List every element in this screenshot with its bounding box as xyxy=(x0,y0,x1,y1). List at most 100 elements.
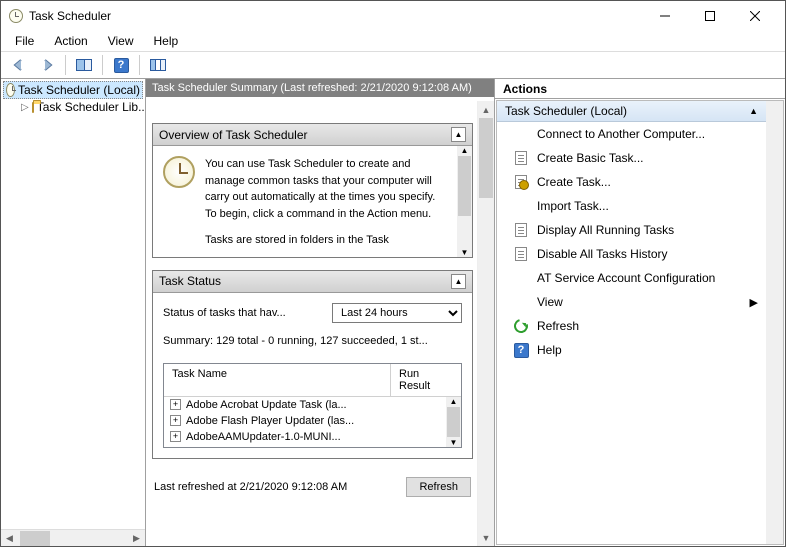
task-row[interactable]: + Adobe Acrobat Update Task (la... xyxy=(164,397,446,413)
action-label: Disable All Tasks History xyxy=(537,247,668,261)
row-expander-icon[interactable]: + xyxy=(170,399,181,410)
actions-section-header[interactable]: Task Scheduler (Local) ▲ xyxy=(497,101,766,122)
action-help[interactable]: ? Help xyxy=(497,338,766,362)
show-hide-action-pane-button[interactable] xyxy=(146,54,170,76)
task-status-title: Task Status xyxy=(159,274,451,288)
action-connect-to-another-computer[interactable]: Connect to Another Computer... xyxy=(497,122,766,146)
scroll-up-arrow[interactable]: ▲ xyxy=(457,146,472,155)
task-rows-scrollbar[interactable]: ▲ ▼ xyxy=(446,397,461,447)
action-label: Display All Running Tasks xyxy=(537,223,674,237)
collapse-up-icon[interactable]: ▲ xyxy=(749,106,758,116)
action-refresh[interactable]: Refresh xyxy=(497,314,766,338)
scroll-left-arrow[interactable]: ◀ xyxy=(1,531,18,546)
scroll-thumb[interactable] xyxy=(20,531,50,546)
scroll-down-arrow[interactable]: ▼ xyxy=(457,248,472,257)
back-button[interactable] xyxy=(7,54,31,76)
tree-root-task-scheduler-local[interactable]: Task Scheduler (Local) xyxy=(3,81,143,99)
show-hide-console-tree-button[interactable] xyxy=(72,54,96,76)
scroll-down-arrow[interactable]: ▼ xyxy=(446,438,461,447)
tree-expander-icon[interactable]: ▷ xyxy=(21,102,29,113)
disable-history-icon xyxy=(513,246,529,262)
action-import-task[interactable]: Import Task... xyxy=(497,194,766,218)
last-refreshed-label: Last refreshed at 2/21/2020 9:12:08 AM xyxy=(154,481,398,493)
clock-icon xyxy=(6,83,15,97)
center-pane: Task Scheduler Summary (Last refreshed: … xyxy=(146,79,495,546)
minimize-button[interactable] xyxy=(642,2,687,30)
actions-vertical-scrollbar[interactable] xyxy=(766,101,783,544)
menubar: File Action View Help xyxy=(1,31,785,51)
task-row[interactable]: + AdobeAAMUpdater-1.0-MUNI... xyxy=(164,429,446,445)
actions-section-title: Task Scheduler (Local) xyxy=(505,104,749,118)
action-display-all-running-tasks[interactable]: Display All Running Tasks xyxy=(497,218,766,242)
tree-horizontal-scrollbar[interactable]: ◀ ▶ xyxy=(1,529,145,546)
task-name-cell: AdobeAAMUpdater-1.0-MUNI... xyxy=(186,431,440,443)
scroll-right-arrow[interactable]: ▶ xyxy=(128,531,145,546)
overview-panel-header[interactable]: Overview of Task Scheduler ▲ xyxy=(153,124,472,146)
action-label: View xyxy=(537,295,563,309)
blank-icon xyxy=(513,270,529,286)
summary-header: Task Scheduler Summary (Last refreshed: … xyxy=(146,79,494,97)
actions-header: Actions xyxy=(495,79,785,99)
task-status-panel-header[interactable]: Task Status ▲ xyxy=(153,271,472,293)
task-row[interactable]: + Adobe Flash Player Updater (las... xyxy=(164,413,446,429)
forward-button[interactable] xyxy=(35,54,59,76)
actions-pane: Actions Task Scheduler (Local) ▲ Connect… xyxy=(495,79,785,546)
task-status-panel: Task Status ▲ Status of tasks that hav..… xyxy=(152,270,473,459)
action-label: Create Task... xyxy=(537,175,611,189)
toolbar: ? xyxy=(1,51,785,79)
column-header-run-result[interactable]: Run Result xyxy=(391,364,461,396)
scroll-thumb[interactable] xyxy=(447,407,460,437)
collapse-up-icon[interactable]: ▲ xyxy=(451,127,466,142)
action-create-basic-task[interactable]: Create Basic Task... xyxy=(497,146,766,170)
center-vertical-scrollbar[interactable]: ▲ ▼ xyxy=(477,101,494,546)
action-create-task[interactable]: Create Task... xyxy=(497,170,766,194)
maximize-button[interactable] xyxy=(687,2,732,30)
app-icon-clock xyxy=(9,9,23,23)
task-status-table: Task Name Run Result + Adobe Acrobat Upd… xyxy=(163,363,462,448)
blank-icon xyxy=(513,126,529,142)
action-view[interactable]: View ▶ xyxy=(497,290,766,314)
navigation-tree-pane: Task Scheduler (Local) ▷ Task Scheduler … xyxy=(1,79,146,546)
toolbar-separator xyxy=(65,55,66,75)
menu-file[interactable]: File xyxy=(7,32,42,50)
action-disable-all-tasks-history[interactable]: Disable All Tasks History xyxy=(497,242,766,266)
task-name-cell: Adobe Flash Player Updater (las... xyxy=(186,415,440,427)
time-period-select[interactable]: Last 24 hours xyxy=(332,303,462,323)
menu-help[interactable]: Help xyxy=(146,32,187,50)
action-label: Create Basic Task... xyxy=(537,151,644,165)
collapse-up-icon[interactable]: ▲ xyxy=(451,274,466,289)
overview-panel: Overview of Task Scheduler ▲ You can use… xyxy=(152,123,473,258)
overview-vertical-scrollbar[interactable]: ▲ ▼ xyxy=(457,146,472,257)
folder-icon xyxy=(32,102,34,113)
overview-title: Overview of Task Scheduler xyxy=(159,128,451,142)
status-label: Status of tasks that hav... xyxy=(163,307,324,319)
row-expander-icon[interactable]: + xyxy=(170,431,181,442)
tree-child-label: Task Scheduler Lib... xyxy=(37,100,145,114)
action-at-service-account-config[interactable]: AT Service Account Configuration xyxy=(497,266,766,290)
help-button[interactable]: ? xyxy=(109,54,133,76)
document-wizard-icon xyxy=(513,150,529,166)
scroll-thumb[interactable] xyxy=(479,118,493,198)
menu-action[interactable]: Action xyxy=(46,32,95,50)
refresh-button[interactable]: Refresh xyxy=(406,477,471,497)
running-tasks-icon xyxy=(513,222,529,238)
scroll-up-arrow[interactable]: ▲ xyxy=(478,101,494,118)
overview-paragraph-2: Tasks are stored in folders in the Task xyxy=(205,232,447,249)
column-header-task-name[interactable]: Task Name xyxy=(164,364,391,396)
scroll-up-arrow[interactable]: ▲ xyxy=(446,397,461,406)
blank-icon xyxy=(513,294,529,310)
scroll-down-arrow[interactable]: ▼ xyxy=(478,529,494,546)
tree-item-task-scheduler-library[interactable]: ▷ Task Scheduler Lib... xyxy=(3,99,143,115)
scroll-thumb[interactable] xyxy=(458,156,471,216)
titlebar: Task Scheduler xyxy=(1,1,785,31)
action-label: Import Task... xyxy=(537,199,609,213)
task-name-cell: Adobe Acrobat Update Task (la... xyxy=(186,399,440,411)
clock-large-icon xyxy=(163,156,195,188)
menu-view[interactable]: View xyxy=(100,32,142,50)
help-icon: ? xyxy=(513,342,529,358)
tree-root-label: Task Scheduler (Local) xyxy=(18,83,140,97)
blank-icon xyxy=(513,198,529,214)
row-expander-icon[interactable]: + xyxy=(170,415,181,426)
action-label: Help xyxy=(537,343,562,357)
close-button[interactable] xyxy=(732,2,777,30)
